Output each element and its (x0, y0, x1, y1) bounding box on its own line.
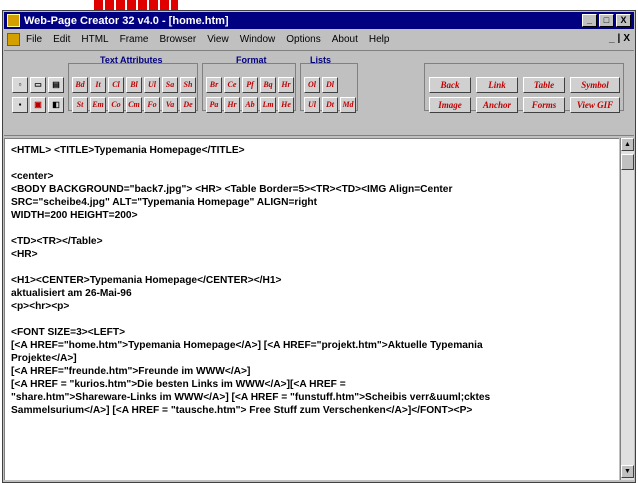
definition-term-button[interactable]: Dt (322, 97, 338, 113)
preformat-button[interactable]: Pf (242, 77, 258, 93)
definition-button[interactable]: De (180, 97, 196, 113)
image-button[interactable]: Image (429, 97, 471, 113)
doc-close-button[interactable]: X (623, 33, 630, 44)
document-icon[interactable] (7, 33, 20, 46)
code-line: <H1><CENTER>Typemania Homepage</CENTER><… (11, 275, 282, 286)
red-heading-fragment (94, 0, 178, 10)
underline-button[interactable]: Ul (144, 77, 160, 93)
scroll-up-icon[interactable]: ▲ (621, 138, 634, 151)
anchor-button[interactable]: Anchor (476, 97, 518, 113)
code-line: <p><hr><p> (11, 301, 70, 312)
editor-text[interactable]: <HTML> <TITLE>Typemania Homepage</TITLE>… (5, 139, 619, 422)
menu-help[interactable]: Help (369, 34, 390, 45)
cl-button[interactable]: Cl (108, 77, 124, 93)
code-line: Sammelsurium</A>] [<A HREF = "tausche.ht… (11, 405, 473, 416)
forms-button[interactable]: Forms (523, 97, 565, 113)
new-file-icon[interactable]: ▫ (12, 77, 28, 93)
link-button[interactable]: Link (476, 77, 518, 93)
title-bar[interactable]: Web-Page Creator 32 v4.0 - [home.htm] _ … (4, 12, 634, 29)
bold-button[interactable]: Bd (72, 77, 88, 93)
menu-bar: File Edit HTML Frame Browser View Window… (4, 31, 634, 48)
scroll-thumb[interactable] (621, 154, 634, 170)
code-line: <HTML> <TITLE>Typemania Homepage</TITLE> (11, 145, 245, 156)
symbol-button[interactable]: Symbol (570, 77, 620, 93)
code-line: [<A HREF="home.htm">Typemania Homepage</… (11, 340, 483, 351)
save-icon[interactable]: ▪ (12, 97, 28, 113)
menu-window[interactable]: Window (240, 34, 276, 45)
menu-html[interactable]: HTML (81, 34, 108, 45)
scroll-down-icon[interactable]: ▼ (621, 465, 634, 478)
sh-button[interactable]: Sh (180, 77, 196, 93)
exit-icon[interactable]: ◧ (48, 97, 64, 113)
code-line: WIDTH=200 HEIGHT=200> (11, 210, 138, 221)
menu-frame[interactable]: Frame (120, 34, 149, 45)
code-line: [<A HREF = "kurios.htm">Die besten Links… (11, 379, 346, 390)
code-line: <TD><TR></Table> (11, 236, 103, 247)
code-line: <HR> (11, 249, 38, 260)
code-line: <center> (11, 171, 54, 182)
emphasis-button[interactable]: Em (90, 97, 106, 113)
comment-button[interactable]: Cm (126, 97, 142, 113)
image-file-icon[interactable]: ▣ (30, 97, 46, 113)
menu-options[interactable]: Options (286, 34, 320, 45)
window-controls: _ □ X (582, 14, 631, 27)
unordered-list-button[interactable]: Ul (304, 97, 320, 113)
center-button[interactable]: Ce (224, 77, 240, 93)
code-line: aktualisiert am 26-Mai-96 (11, 288, 132, 299)
table-button[interactable]: Table (523, 77, 565, 93)
lm-button[interactable]: Lm (260, 97, 276, 113)
toolbar: ▫ ▭ ▤ ▪ ▣ ◧ Text Attributes Bd It Cl Bl … (4, 50, 634, 136)
close-button[interactable]: X (616, 14, 631, 27)
menu-file[interactable]: File (26, 34, 42, 45)
menu-browser[interactable]: Browser (160, 34, 197, 45)
variable-button[interactable]: Va (162, 97, 178, 113)
code-line: [<A HREF="freunde.htm">Freunde im WWW</A… (11, 366, 251, 377)
font-button[interactable]: Fo (144, 97, 160, 113)
top-heading-fragment (0, 0, 638, 10)
html-editor[interactable]: <HTML> <TITLE>Typemania Homepage</TITLE>… (4, 138, 619, 480)
address-button[interactable]: Ab (242, 97, 258, 113)
menu-edit[interactable]: Edit (53, 34, 70, 45)
app-window: Web-Page Creator 32 v4.0 - [home.htm] _ … (2, 10, 636, 483)
code-line: "share.htm">Shareware-Links im WWW</A>] … (11, 392, 491, 403)
document-window-controls: _ | X (609, 33, 630, 44)
view-gif-button[interactable]: View GIF (570, 97, 620, 113)
doc-restore-button[interactable]: | (618, 33, 621, 44)
menu-view[interactable]: View (207, 34, 229, 45)
menu-list-button[interactable]: Md (340, 97, 356, 113)
back-button[interactable]: Back (429, 77, 471, 93)
paragraph-button[interactable]: Pa (206, 97, 222, 113)
ordered-list-button[interactable]: Ol (304, 77, 320, 93)
vertical-scrollbar[interactable]: ▲ ▼ (620, 138, 634, 480)
code-line: SRC="scheibe4.jpg" ALT="Typemania Homepa… (11, 197, 318, 208)
code-line: <BODY BACKGROUND="back7.jpg"> <HR> <Tabl… (11, 184, 453, 195)
hr-button[interactable]: Hr (278, 77, 294, 93)
heading-button[interactable]: He (278, 97, 294, 113)
italic-button[interactable]: It (90, 77, 106, 93)
open-file-icon[interactable]: ▭ (30, 77, 46, 93)
definition-list-button[interactable]: Dl (322, 77, 338, 93)
menu-about[interactable]: About (332, 34, 358, 45)
strong-button[interactable]: St (72, 97, 88, 113)
window-title: Web-Page Creator 32 v4.0 - [home.htm] (24, 14, 229, 27)
minimize-button[interactable]: _ (582, 14, 597, 27)
code-line: <FONT SIZE=3><LEFT> (11, 327, 126, 338)
sa-button[interactable]: Sa (162, 77, 178, 93)
code-line: Projekte</A>] (11, 353, 77, 364)
maximize-button[interactable]: □ (599, 14, 614, 27)
line-break-button[interactable]: Br (206, 77, 222, 93)
app-icon[interactable] (7, 14, 20, 27)
print-icon[interactable]: ▤ (48, 77, 64, 93)
blink-button[interactable]: Bl (126, 77, 142, 93)
doc-minimize-button[interactable]: _ (609, 33, 615, 44)
blockquote-button[interactable]: Bq (260, 77, 276, 93)
hr-button-2[interactable]: Hr (224, 97, 240, 113)
code-button[interactable]: Co (108, 97, 124, 113)
